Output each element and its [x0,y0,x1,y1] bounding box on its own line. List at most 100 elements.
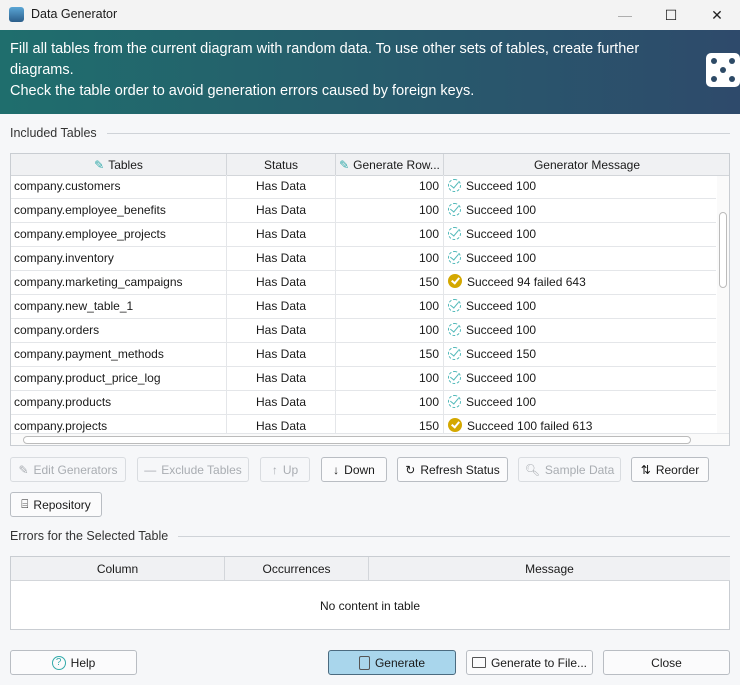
generate-rows-cell[interactable]: 100 [336,295,444,318]
table-row[interactable]: company.products Has Data 100 Succeed 100 [11,391,716,415]
table-row[interactable]: company.customers Has Data 100 Succeed 100 [11,175,716,199]
generator-message-cell: Succeed 100 [444,391,716,414]
generate-rows-cell[interactable]: 100 [336,367,444,390]
table-row[interactable]: company.payment_methods Has Data 150 Succee… [11,343,716,367]
status-cell: Has Data [227,175,336,198]
table-row[interactable]: company.new_table_1 Has Data 100 Succeed 10… [11,295,716,319]
success-check-icon [448,395,461,408]
banner-text-2: Check the table order to avoid generatio… [10,83,475,99]
warning-check-icon [448,274,462,288]
pencil-icon: ✎ [339,157,350,172]
scrollbar-thumb[interactable] [23,436,691,444]
generate-rows-cell[interactable]: 100 [336,175,444,198]
column-header-message[interactable]: Message [369,557,730,581]
table-name: company.new_table_1 [11,295,227,318]
column-header-generate-rows[interactable]: ✎ Generate Row... [336,154,444,176]
table-row[interactable]: company.orders Has Data 100 Succeed 100 [11,319,716,343]
minimize-button[interactable]: — [602,0,648,30]
table-name: company.payment_methods [11,343,227,366]
column-header-tables[interactable]: ✎ Tables [11,154,227,176]
generate-rows-cell[interactable]: 100 [336,247,444,270]
table-row[interactable]: company.marketing_campaigns Has Data 150 Su… [11,271,716,295]
table-row[interactable]: company.product_price_log Has Data 100 Succ… [11,367,716,391]
generator-message-cell: Succeed 100 [444,223,716,246]
folder-icon [471,657,486,668]
status-cell: Has Data [227,199,336,222]
banner-text-1: Fill all tables from the current diagram… [10,41,640,78]
status-cell: Has Data [227,247,336,270]
success-check-icon [448,227,461,240]
generator-message-cell: Succeed 100 [444,247,716,270]
close-button[interactable]: Close [603,650,730,675]
status-cell: Has Data [227,367,336,390]
up-button[interactable]: ↑ Up [260,457,310,482]
window-title: Data Generator [31,7,118,21]
generate-button[interactable]: Generate [328,650,456,675]
status-cell: Has Data [227,295,336,318]
app-icon [9,7,24,22]
success-check-icon [448,347,461,360]
down-button[interactable]: ↓ Down [321,457,387,482]
pencil-icon: ✎ [94,157,105,172]
generate-rows-cell[interactable]: 100 [336,319,444,342]
help-icon: ? [51,655,66,670]
pencil-icon: ✎ [18,462,29,477]
refresh-icon: ↻ [405,462,416,477]
table-name: company.products [11,391,227,414]
generate-to-file-button[interactable]: Generate to File... [466,650,593,675]
generator-message-cell: Succeed 94 failed 643 [444,271,716,294]
column-header-generator-message[interactable]: Generator Message [444,154,729,176]
table-name: company.inventory [11,247,227,270]
exclude-tables-button[interactable]: — Exclude Tables [137,457,249,482]
generator-message-cell: Succeed 100 [444,295,716,318]
generate-rows-cell[interactable]: 100 [336,223,444,246]
generate-rows-cell[interactable]: 150 [336,271,444,294]
repository-button[interactable]: ⌸ Repository [10,492,102,517]
generate-rows-cell[interactable]: 100 [336,199,444,222]
search-icon: 🔍︎ [524,462,540,477]
table-row[interactable]: company.employee_projects Has Data 100 Succ… [11,223,716,247]
sample-data-button[interactable]: 🔍︎ Sample Data [518,457,621,482]
success-check-icon [448,299,461,312]
vertical-scrollbar[interactable] [717,176,729,433]
edit-generators-button[interactable]: ✎ Edit Generators [10,457,126,482]
drive-icon: ⌸ [21,497,29,511]
table-name: company.employee_projects [11,223,227,246]
status-cell: Has Data [227,391,336,414]
reorder-button[interactable]: ⇅ Reorder [631,457,709,482]
status-cell: Has Data [227,319,336,342]
generate-rows-cell[interactable]: 150 [336,343,444,366]
arrow-down-icon: ↓ [333,462,340,477]
column-header-status[interactable]: Status [227,154,336,176]
status-cell: Has Data [227,271,336,294]
included-tables-label: Included Tables [10,126,97,140]
warning-check-icon [448,418,462,432]
maximize-button[interactable]: ☐ [648,0,694,30]
help-button[interactable]: ? Help [10,650,137,675]
divider [107,133,730,134]
sort-icon: ⇅ [640,462,651,477]
column-header-column[interactable]: Column [11,557,225,581]
table-name: company.customers [11,175,227,198]
generator-message-cell: Succeed 100 [444,319,716,342]
table-row[interactable]: company.inventory Has Data 100 Succeed 100 [11,247,716,271]
errors-grid[interactable]: Column Occurrences Message No content in… [10,556,730,630]
errors-label: Errors for the Selected Table [10,529,169,543]
included-tables-grid[interactable]: ✎ Tables Status ✎ Generate Row... Generato… [10,153,730,446]
generate-rows-cell[interactable]: 100 [336,391,444,414]
refresh-status-button[interactable]: ↻ Refresh Status [397,457,508,482]
dice-icon [706,53,740,87]
status-cell: Has Data [227,343,336,366]
column-header-occurrences[interactable]: Occurrences [225,557,369,581]
status-cell: Has Data [227,223,336,246]
scrollbar-thumb[interactable] [719,212,727,288]
close-window-button[interactable]: ✕ [694,0,740,30]
success-check-icon [448,203,461,216]
success-check-icon [448,251,461,264]
table-row[interactable]: company.employee_benefits Has Data 100 Succ… [11,199,716,223]
arrow-up-icon: ↑ [271,462,278,477]
table-name: company.orders [11,319,227,342]
success-check-icon [448,179,461,192]
generator-message-cell: Succeed 150 [444,343,716,366]
horizontal-scrollbar[interactable] [11,433,729,445]
